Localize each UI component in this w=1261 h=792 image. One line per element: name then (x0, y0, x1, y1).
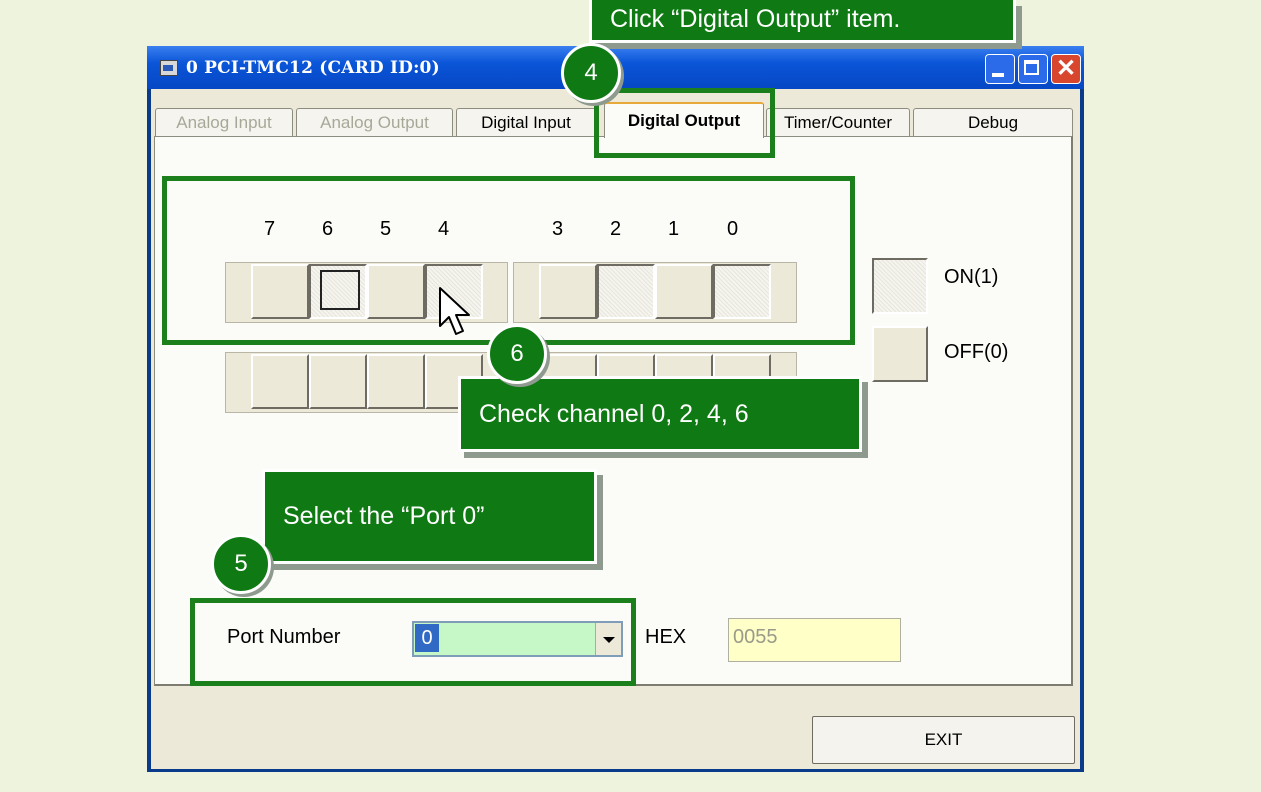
close-icon: ✕ (1055, 55, 1077, 82)
on-label: ON(1) (944, 266, 999, 288)
callout-step5: Select the “Port 0” (262, 469, 597, 564)
highlight-port-number (190, 598, 636, 686)
badge-step6: 6 (487, 324, 547, 384)
tab-analog-output[interactable]: Analog Output (296, 108, 453, 136)
hex-value-field: 0055 (728, 618, 901, 662)
window-title: 0 PCI-TMC12 (CARD ID:0) (186, 58, 440, 78)
readback-cell-bit-7 (251, 354, 309, 409)
highlight-digital-output-tab (594, 88, 775, 158)
readback-cell-bit-6 (309, 354, 367, 409)
mouse-cursor-icon (439, 287, 470, 335)
tab-digital-input[interactable]: Digital Input (456, 108, 596, 136)
badge-step4: 4 (561, 43, 621, 103)
badge-step5: 5 (211, 534, 271, 594)
readback-cell-bit-5 (367, 354, 425, 409)
tab-debug[interactable]: Debug (913, 108, 1073, 136)
minimize-button[interactable] (985, 54, 1015, 84)
callout-step6: Check channel 0, 2, 4, 6 (458, 376, 862, 452)
exit-button[interactable]: EXIT (812, 716, 1075, 764)
close-button[interactable]: ✕ (1051, 54, 1081, 84)
off-indicator (872, 326, 928, 382)
callout-step4: Click “Digital Output” item. (589, 0, 1016, 43)
highlight-channel-toggles (162, 176, 855, 345)
off-label: OFF(0) (944, 341, 1009, 363)
tab-analog-input[interactable]: Analog Input (155, 108, 293, 136)
hex-label: HEX (645, 626, 687, 648)
tab-timer-counter[interactable]: Timer/Counter (766, 108, 910, 136)
on-indicator (872, 258, 928, 314)
app-icon[interactable] (160, 60, 178, 76)
maximize-button[interactable] (1018, 54, 1048, 84)
